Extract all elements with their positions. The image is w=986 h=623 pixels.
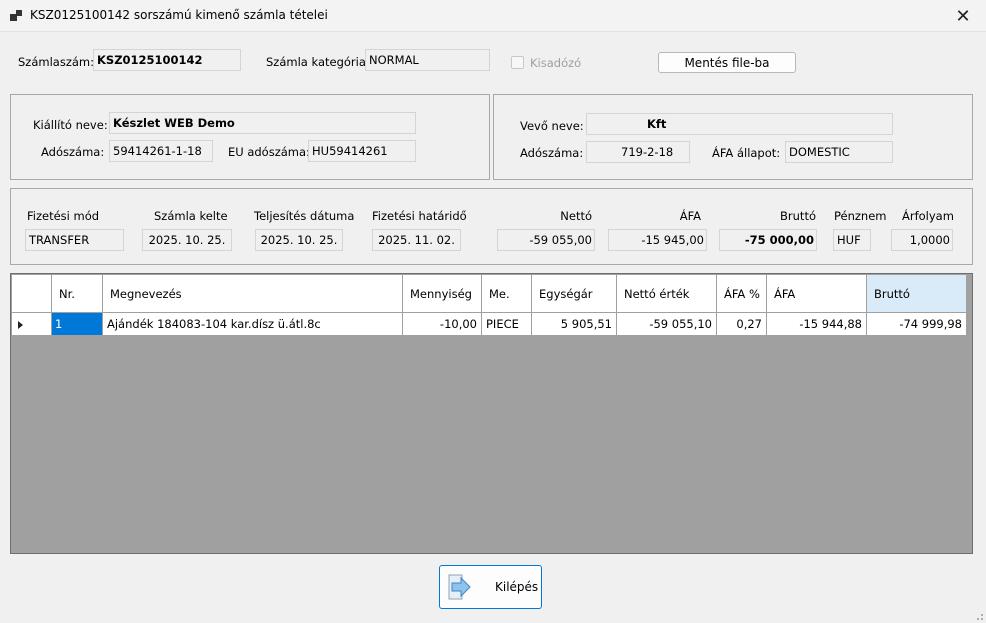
column-header-net-value[interactable]: Nettó érték bbox=[616, 274, 717, 313]
column-header-vat-percent[interactable]: ÁFA % bbox=[716, 274, 767, 313]
invoice-date-field: 2025. 10. 25. bbox=[142, 229, 232, 251]
row-header[interactable] bbox=[11, 312, 52, 336]
fulfillment-date-label: Teljesítés dátuma bbox=[254, 209, 355, 223]
invoice-date-label: Számla kelte bbox=[154, 209, 228, 223]
vat-total-label: ÁFA bbox=[679, 209, 701, 223]
column-header-nr[interactable]: Nr. bbox=[51, 274, 103, 313]
window-title: KSZ0125100142 sorszámú kimenő számla tét… bbox=[30, 8, 328, 22]
buyer-tax-field: 719-2-18 bbox=[586, 141, 690, 163]
exchange-rate-label: Árfolyam bbox=[902, 209, 954, 223]
cell-net-value[interactable]: -59 055,10 bbox=[616, 312, 717, 336]
fulfillment-date-field: 2025. 10. 25. bbox=[255, 229, 343, 251]
buyer-name-field: Kft bbox=[586, 113, 893, 135]
cell-vat[interactable]: -15 944,88 bbox=[766, 312, 867, 336]
due-date-label: Fizetési határidő bbox=[372, 209, 467, 223]
column-header-unit-price[interactable]: Egységár bbox=[531, 274, 617, 313]
gross-total-label: Bruttó bbox=[780, 209, 816, 223]
net-total-label: Nettó bbox=[560, 209, 592, 223]
resize-grip-icon[interactable] bbox=[974, 611, 984, 621]
gross-total-field: -75 000,00 bbox=[719, 229, 817, 251]
title-bar: KSZ0125100142 sorszámú kimenő számla tét… bbox=[0, 0, 986, 32]
buyer-name-label: Vevő neve: bbox=[520, 119, 584, 133]
net-total-field: -59 055,00 bbox=[497, 229, 595, 251]
exchange-rate-field: 1,0000 bbox=[891, 229, 953, 251]
currency-label: Pénznem bbox=[834, 209, 887, 223]
cell-vat-percent[interactable]: 0,27 bbox=[716, 312, 767, 336]
close-icon[interactable]: ✕ bbox=[940, 0, 986, 32]
small-taxpayer-checkbox[interactable] bbox=[511, 56, 524, 69]
currency-field: HUF bbox=[833, 229, 871, 251]
vat-status-field: DOMESTIC bbox=[785, 141, 893, 163]
vat-status-label: ÁFA állapot: bbox=[712, 146, 781, 160]
column-header-vat[interactable]: ÁFA bbox=[766, 274, 867, 313]
cell-gross[interactable]: -74 999,98 bbox=[866, 312, 967, 336]
issuer-name-label: Kiállító neve: bbox=[33, 118, 108, 132]
payment-method-label: Fizetési mód bbox=[27, 209, 100, 223]
due-date-field: 2025. 11. 02. bbox=[372, 229, 461, 251]
app-icon bbox=[10, 10, 22, 22]
issuer-group bbox=[10, 94, 490, 180]
issuer-eu-tax-field: HU59414261 bbox=[308, 140, 416, 162]
row-header-corner bbox=[11, 274, 52, 313]
buyer-group bbox=[493, 94, 973, 180]
cell-unit-price[interactable]: 5 905,51 bbox=[531, 312, 617, 336]
current-row-arrow-icon bbox=[18, 321, 23, 329]
table-row[interactable]: 1 Ajándék 184083-104 kar.dísz ü.átl.8c -… bbox=[11, 312, 967, 336]
grid-header-row: Nr. Megnevezés Mennyiség Me. Egységár Ne… bbox=[11, 274, 967, 313]
column-header-name[interactable]: Megnevezés bbox=[102, 274, 403, 313]
category-field: NORMAL bbox=[365, 49, 490, 71]
cell-nr[interactable]: 1 bbox=[51, 312, 103, 336]
column-header-unit[interactable]: Me. bbox=[481, 274, 532, 313]
column-header-quantity[interactable]: Mennyiség bbox=[402, 274, 482, 313]
invoice-number-label: Számlaszám: bbox=[18, 55, 94, 69]
invoice-items-grid[interactable]: Nr. Megnevezés Mennyiség Me. Egységár Ne… bbox=[10, 273, 973, 554]
category-label: Számla kategória: bbox=[266, 55, 370, 69]
save-to-file-button[interactable]: Mentés file-ba bbox=[658, 52, 796, 73]
exit-arrow-icon bbox=[448, 574, 471, 600]
cell-name[interactable]: Ajándék 184083-104 kar.dísz ü.átl.8c bbox=[102, 312, 403, 336]
issuer-tax-field: 59414261-1-18 bbox=[109, 140, 213, 162]
small-taxpayer-label: Kisadózó bbox=[530, 56, 582, 70]
issuer-eu-tax-label: EU adószáma: bbox=[228, 145, 310, 159]
buyer-tax-label: Adószáma: bbox=[520, 146, 584, 160]
issuer-name-field: Készlet WEB Demo bbox=[109, 112, 416, 134]
issuer-tax-label: Adószáma: bbox=[41, 145, 105, 159]
payment-method-field: TRANSFER bbox=[25, 229, 124, 251]
cell-quantity[interactable]: -10,00 bbox=[402, 312, 482, 336]
vat-total-field: -15 945,00 bbox=[608, 229, 707, 251]
exit-button[interactable]: Kilépés bbox=[439, 565, 542, 609]
exit-button-label: Kilépés bbox=[495, 580, 539, 594]
invoice-number-field: KSZ0125100142 bbox=[93, 49, 241, 71]
column-header-gross[interactable]: Bruttó bbox=[866, 274, 967, 313]
summary-group bbox=[10, 188, 973, 265]
cell-unit[interactable]: PIECE bbox=[481, 312, 532, 336]
